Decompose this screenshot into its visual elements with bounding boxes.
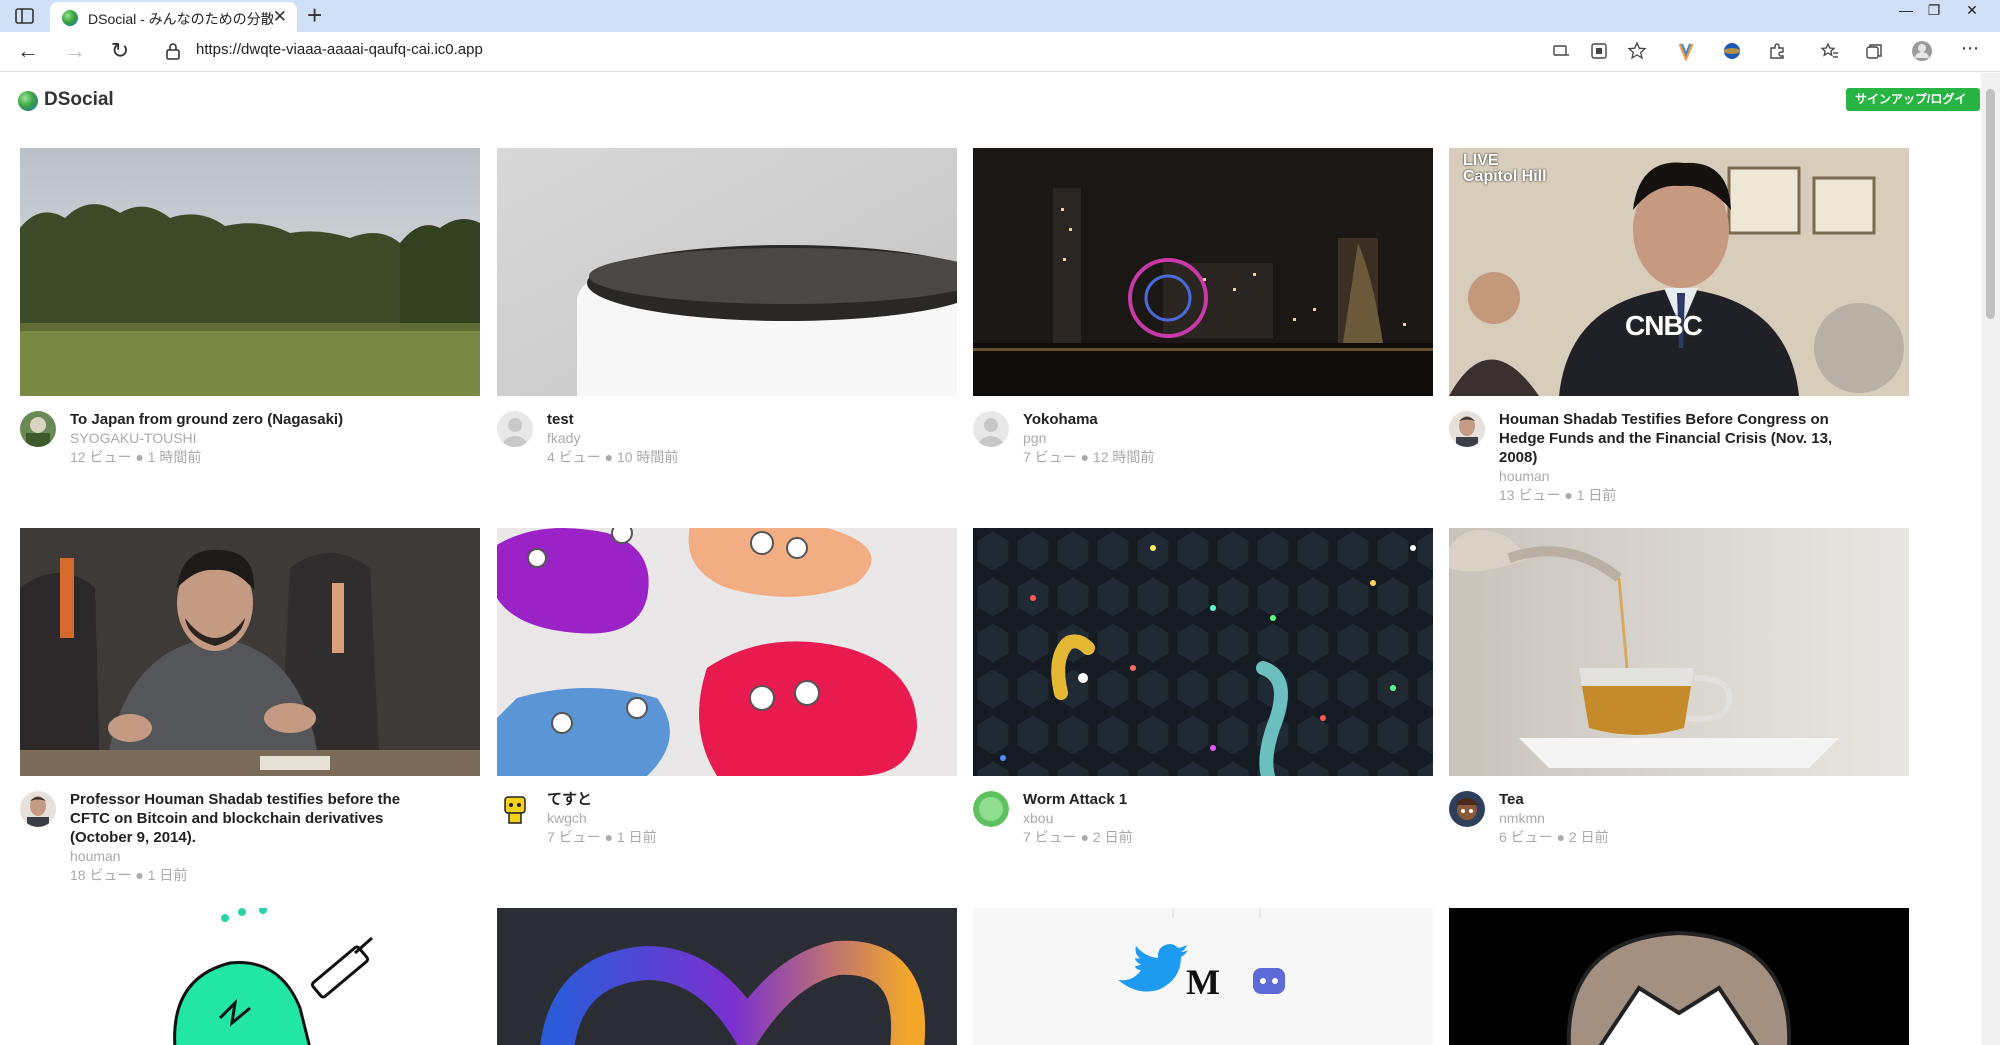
more-menu-icon[interactable]: ⋯ <box>1958 37 1982 61</box>
site-brand[interactable]: DSocial <box>44 89 114 111</box>
video-card[interactable] <box>497 908 957 1045</box>
url-field[interactable]: https://dwqte-viaaa-aaaai-qaufq-cai.ic0.… <box>196 41 483 58</box>
read-aloud-icon[interactable] <box>1551 41 1571 61</box>
user-avatar[interactable] <box>1449 411 1485 447</box>
signup-login-button[interactable]: サインアップ/ログイン <box>1846 88 1980 129</box>
video-thumbnail[interactable] <box>20 528 480 776</box>
video-card[interactable] <box>1449 908 1909 1045</box>
video-title[interactable]: てすと <box>547 790 887 809</box>
video-thumbnail[interactable] <box>1449 908 1909 1045</box>
video-stats: 7 ビュー ● 2 日前 <box>1023 829 1133 845</box>
video-card[interactable]: Professor Houman Shadab testifies before… <box>20 528 480 883</box>
refresh-icon[interactable]: ↻ <box>108 40 132 64</box>
video-uploader[interactable]: pgn <box>1023 429 1046 448</box>
dsocial-favicon-icon <box>62 10 78 26</box>
svg-text:M: M <box>1186 962 1220 1002</box>
user-avatar[interactable] <box>973 411 1009 447</box>
video-title[interactable]: Professor Houman Shadab testifies before… <box>70 790 410 847</box>
user-avatar[interactable] <box>20 411 56 447</box>
dsocial-page: DSocial サインアップ/ログイン To Japan from ground… <box>0 73 1980 1045</box>
location-caption: Capitol Hill <box>1463 168 1547 185</box>
video-uploader[interactable]: fkady <box>547 429 580 448</box>
browser-tab-active[interactable]: DSocial - みんなのための分散ソーシャル ✕ <box>50 2 297 32</box>
video-thumbnail[interactable]: LIVE Capitol Hill CNBC <box>1449 148 1909 396</box>
tab-title: DSocial - みんなのための分散ソーシャル <box>88 11 273 27</box>
video-card[interactable]: test fkady 4 ビュー ● 10 時間前 <box>497 148 957 465</box>
favorites-icon[interactable] <box>1820 41 1840 61</box>
page-scrollbar[interactable] <box>1981 73 2000 1045</box>
lock-icon[interactable] <box>163 41 183 61</box>
video-uploader[interactable]: SYOGAKU-TOUSHI <box>70 429 197 448</box>
video-thumbnail[interactable]: M <box>973 908 1433 1045</box>
video-title[interactable]: test <box>547 410 887 429</box>
back-arrow-icon[interactable]: ← <box>16 40 40 64</box>
video-thumbnail[interactable] <box>973 148 1433 396</box>
user-avatar[interactable] <box>1449 791 1485 827</box>
video-stats: 18 ビュー ● 1 日前 <box>70 867 188 883</box>
video-title[interactable]: To Japan from ground zero (Nagasaki) <box>70 410 410 429</box>
close-window-icon[interactable]: ✕ <box>1950 0 1994 32</box>
video-uploader[interactable]: xbou <box>1023 809 1053 828</box>
extension-globe-icon[interactable] <box>1722 41 1742 61</box>
video-card[interactable]: Worm Attack 1 xbou 7 ビュー ● 2 日前 <box>973 528 1433 845</box>
user-avatar[interactable] <box>497 411 533 447</box>
video-stats: 12 ビュー ● 1 時間前 <box>70 449 202 465</box>
video-uploader[interactable]: nmkmn <box>1499 809 1545 828</box>
user-avatar[interactable] <box>973 791 1009 827</box>
video-stats: 7 ビュー ● 1 日前 <box>547 829 657 845</box>
tab-actions-icon[interactable] <box>14 7 36 25</box>
video-card[interactable]: LIVE Capitol Hill CNBC Houman Shadab Tes… <box>1449 148 1909 503</box>
video-thumbnail[interactable] <box>973 528 1433 776</box>
profile-avatar-icon[interactable] <box>1911 40 1933 62</box>
collections-icon[interactable] <box>1864 41 1884 61</box>
video-title[interactable]: Yokohama <box>1023 410 1363 429</box>
video-card[interactable]: M <box>973 908 1433 1045</box>
video-thumbnail[interactable] <box>497 528 957 776</box>
video-card[interactable]: To Japan from ground zero (Nagasaki) SYO… <box>20 148 480 465</box>
video-thumbnail[interactable] <box>20 148 480 396</box>
close-tab-icon[interactable]: ✕ <box>273 7 287 27</box>
video-uploader[interactable]: houman <box>1499 467 1550 486</box>
video-thumbnail[interactable] <box>497 908 957 1045</box>
extension-rainbow-icon[interactable] <box>1676 41 1696 61</box>
video-stats: 4 ビュー ● 10 時間前 <box>547 449 679 465</box>
video-uploader[interactable]: kwgch <box>547 809 587 828</box>
video-thumbnail[interactable] <box>20 908 480 1045</box>
cnbc-logo: CNBC <box>1625 310 1703 341</box>
dsocial-logo-icon[interactable] <box>18 91 38 111</box>
video-card[interactable]: てすと kwgch 7 ビュー ● 1 日前 <box>497 528 957 845</box>
extensions-puzzle-icon[interactable] <box>1767 41 1787 61</box>
video-title[interactable]: Tea <box>1499 790 1839 809</box>
new-tab-icon[interactable]: + <box>307 1 322 29</box>
forward-arrow-icon[interactable]: → <box>63 40 87 64</box>
user-avatar[interactable] <box>497 791 533 827</box>
video-stats: 6 ビュー ● 2 日前 <box>1499 829 1609 845</box>
live-caption: LIVE <box>1463 152 1499 169</box>
video-stats: 7 ビュー ● 12 時間前 <box>1023 449 1155 465</box>
video-title[interactable]: Worm Attack 1 <box>1023 790 1363 809</box>
video-thumbnail[interactable] <box>1449 528 1909 776</box>
address-bar-row: ← → ↻ https://dwqte-viaaa-aaaai-qaufq-ca… <box>0 32 2000 72</box>
video-card[interactable] <box>20 908 480 1045</box>
video-card[interactable]: Tea nmkmn 6 ビュー ● 2 日前 <box>1449 528 1909 845</box>
scrollbar-thumb[interactable] <box>1986 89 1995 319</box>
video-stats: 13 ビュー ● 1 日前 <box>1499 487 1617 503</box>
app-available-icon[interactable] <box>1589 41 1609 61</box>
user-avatar[interactable] <box>20 791 56 827</box>
video-card[interactable]: Yokohama pgn 7 ビュー ● 12 時間前 <box>973 148 1433 465</box>
video-thumbnail[interactable] <box>497 148 957 396</box>
add-favorite-icon[interactable] <box>1627 41 1647 61</box>
video-title[interactable]: Houman Shadab Testifies Before Congress … <box>1499 410 1839 467</box>
video-uploader[interactable]: houman <box>70 847 121 866</box>
browser-tab-bar: DSocial - みんなのための分散ソーシャル ✕ + — ❐ ✕ <box>0 0 2000 32</box>
